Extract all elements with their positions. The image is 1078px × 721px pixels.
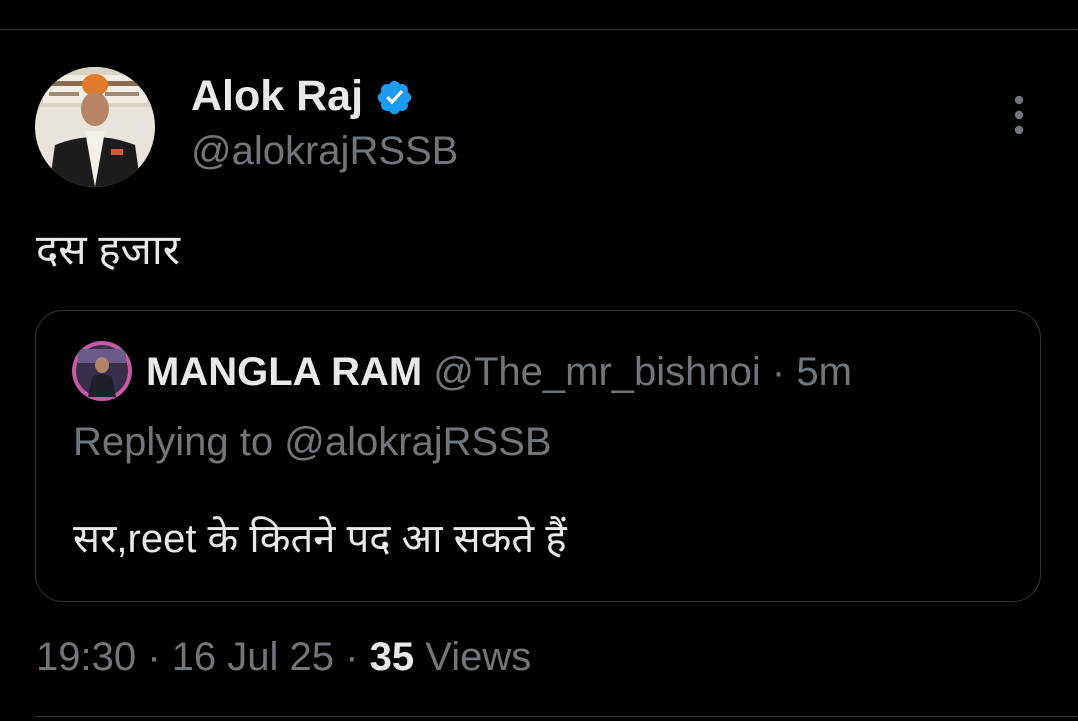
quoted-author-avatar[interactable] — [72, 341, 132, 401]
quoted-replying-to: Replying to @alokrajRSSB — [73, 420, 552, 464]
more-options-icon[interactable] — [1004, 94, 1034, 136]
quoted-author-name[interactable]: MANGLA RAM — [146, 350, 422, 394]
author-name-row[interactable]: Alok Raj — [191, 70, 414, 122]
quoted-header: MANGLA RAM @The_mr_bishnoi · 5m — [146, 347, 852, 397]
tweet-meta: 19:30 · 16 Jul 25 · 35 Views — [36, 632, 531, 682]
quoted-tweet-card[interactable]: MANGLA RAM @The_mr_bishnoi · 5m Replying… — [35, 310, 1041, 602]
views-label[interactable]: Views — [425, 635, 531, 679]
quoted-author-handle[interactable]: @The_mr_bishnoi — [433, 350, 760, 394]
bottom-divider — [34, 716, 1078, 717]
tweet-text: दस हजार — [36, 226, 180, 273]
author-avatar[interactable] — [35, 67, 155, 187]
meta-separator: · — [147, 635, 161, 679]
top-divider — [0, 29, 1078, 30]
author-handle[interactable]: @alokrajRSSB — [191, 127, 458, 175]
tweet-time[interactable]: 19:30 — [36, 635, 136, 679]
quoted-separator: · — [771, 350, 786, 394]
verified-badge-icon — [375, 77, 414, 116]
meta-separator: · — [345, 635, 359, 679]
quoted-tweet-text: सर,reet के कितने पद आ सकते हैं — [73, 517, 567, 561]
views-count[interactable]: 35 — [370, 635, 415, 679]
quoted-time[interactable]: 5m — [796, 350, 852, 394]
tweet-date[interactable]: 16 Jul 25 — [172, 635, 334, 679]
author-name[interactable]: Alok Raj — [191, 70, 363, 122]
